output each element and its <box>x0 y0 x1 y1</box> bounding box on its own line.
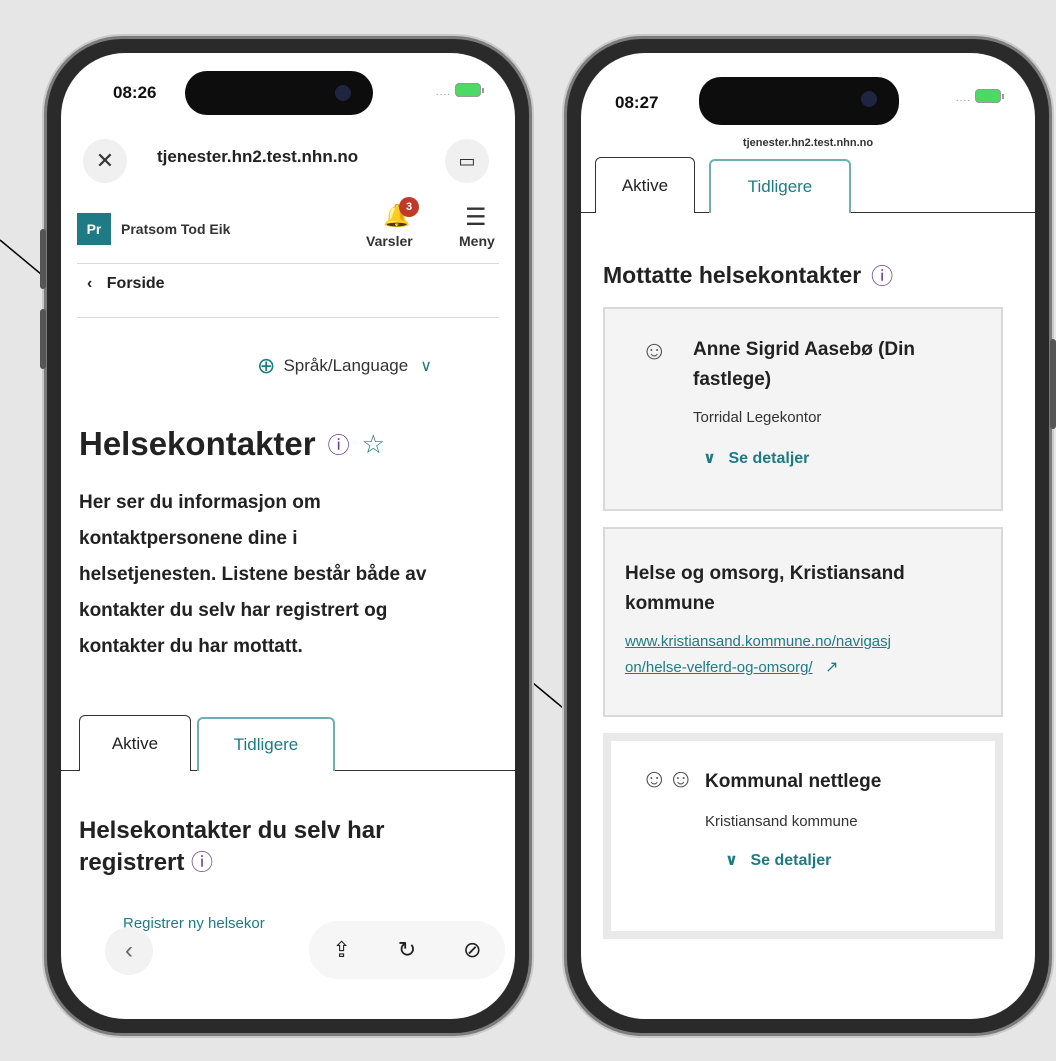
register-contact-link[interactable]: Registrer ny helsekor <box>123 915 265 932</box>
doctor-icon: ☺ <box>641 335 668 365</box>
tab-bar: Aktive Tidligere <box>61 715 515 771</box>
dynamic-island <box>699 77 899 125</box>
menu-label[interactable]: Meny <box>459 233 495 249</box>
contact-name: Helse og omsorg, Kristiansand <box>625 563 905 584</box>
power-button <box>1050 339 1056 429</box>
website-link-line[interactable]: www.kristiansand.kommune.no/navigasj <box>625 633 891 650</box>
notifications-button[interactable]: 🔔 3 <box>377 197 419 229</box>
right-screen: 08:27 .... tjenester.hn2.test.nhn.no Akt… <box>581 53 1035 1019</box>
divider <box>77 317 499 318</box>
tab-tidligere[interactable]: Tidligere <box>197 717 335 771</box>
status-time: 08:27 <box>615 93 659 112</box>
avatar[interactable]: Pr <box>77 213 111 245</box>
external-link-icon: ↗ <box>825 659 839 676</box>
contact-website-link[interactable]: www.kristiansand.kommune.no/navigasj on/… <box>625 629 905 681</box>
section-heading-text: Mottatte helsekontakter <box>603 261 862 288</box>
chevron-down-icon: ∨ <box>703 450 716 467</box>
help-icon[interactable]: ⓘ <box>871 259 893 291</box>
battery-icon <box>975 89 1004 103</box>
intro-line: kontaktpersonene dine i <box>79 528 298 549</box>
status-time: 08:26 <box>113 83 157 102</box>
share-icon[interactable]: ⇪ <box>332 937 350 963</box>
see-details-label: Se detaljer <box>750 852 832 869</box>
see-details-button[interactable]: ∨ Se detaljer <box>725 850 881 870</box>
contact-card: Helse og omsorg, Kristiansand kommune ww… <box>603 527 1003 717</box>
browser-toolbar: ⇪ ↻ ⊘ <box>309 921 505 979</box>
signal-icon: .... <box>955 93 971 104</box>
battery-icon <box>455 83 484 97</box>
intro-line: kontakter du har mottatt. <box>79 636 303 657</box>
intro-line: helsetjenesten. Listene består både av <box>79 564 427 585</box>
breadcrumb-label: Forside <box>106 275 165 292</box>
help-icon[interactable]: ⓘ <box>191 850 213 875</box>
status-bar: 08:27 .... <box>581 53 1035 125</box>
contact-name: Anne Sigrid Aasebø (Din <box>693 339 916 360</box>
page-title-row: Helsekontakter ⓘ ☆ <box>79 425 385 463</box>
contact-card: ☺ Anne Sigrid Aasebø (Din fastlege) Torr… <box>603 307 1003 511</box>
section-heading: Mottatte helsekontakter ⓘ <box>603 259 893 291</box>
star-icon[interactable]: ☆ <box>362 429 385 460</box>
right-phone-frame: 08:27 .... tjenester.hn2.test.nhn.no Akt… <box>564 36 1056 1036</box>
section-heading: Helsekontakter du selv har registrert ⓘ <box>79 815 384 879</box>
contact-card: ☺☺ Kommunal nettlege Kristiansand kommun… <box>603 733 1003 939</box>
breadcrumb[interactable]: ‹ Forside <box>87 275 165 293</box>
chevron-down-icon: ∨ <box>725 852 738 869</box>
left-screen: 08:26 .... ✕ tjenester.hn2.test.nhn.no ▭… <box>61 53 515 1019</box>
notifications-label[interactable]: Varsler <box>366 233 413 249</box>
tab-aktive[interactable]: Aktive <box>79 715 191 771</box>
contact-name: fastlege) <box>693 369 772 390</box>
reload-icon[interactable]: ↻ <box>398 937 416 963</box>
user-header: Pr Pratsom Tod Eik 🔔 3 Varsler ☰ Meny <box>77 197 505 259</box>
tab-tidligere[interactable]: Tidligere <box>709 159 851 213</box>
notification-count-badge: 3 <box>399 197 419 217</box>
section-heading-line: Helsekontakter du selv har <box>79 817 385 844</box>
doctors-icon: ☺☺ <box>641 763 695 793</box>
status-bar: 08:26 .... <box>61 53 515 123</box>
language-selector[interactable]: ⊕ Språk/Language ∨ <box>257 353 432 379</box>
back-icon[interactable]: ‹ <box>105 927 153 975</box>
intro-line: kontakter du selv har registrert og <box>79 600 388 621</box>
signal-icon: .... <box>435 87 451 98</box>
contact-name: kommune <box>625 593 715 614</box>
help-icon[interactable]: ⓘ <box>328 428 350 460</box>
language-label: Språk/Language <box>283 356 409 375</box>
camera-icon <box>335 85 351 101</box>
chevron-down-icon: ∨ <box>420 358 432 375</box>
section-heading-text: registrert <box>79 849 185 876</box>
volume-button <box>40 229 46 289</box>
compass-icon[interactable]: ⊘ <box>463 937 481 963</box>
tabs-icon[interactable]: ▭ <box>445 139 489 183</box>
intro-line: Her ser du informasjon om <box>79 492 321 513</box>
url-text[interactable]: tjenester.hn2.test.nhn.no <box>157 147 358 167</box>
left-phone-frame: 08:26 .... ✕ tjenester.hn2.test.nhn.no ▭… <box>40 36 532 1036</box>
tab-bar: Aktive Tidligere <box>581 157 1035 213</box>
dynamic-island <box>185 71 373 115</box>
camera-icon <box>861 91 877 107</box>
chevron-left-icon: ‹ <box>87 275 93 292</box>
url-text[interactable]: tjenester.hn2.test.nhn.no <box>581 137 1035 149</box>
globe-icon: ⊕ <box>257 353 276 378</box>
divider <box>77 263 499 264</box>
intro-text: Her ser du informasjon om kontaktpersone… <box>79 485 499 665</box>
website-link-line[interactable]: on/helse-velferd-og-omsorg/ <box>625 659 813 676</box>
contact-name: Kommunal nettlege <box>705 771 882 792</box>
tab-aktive[interactable]: Aktive <box>595 157 695 213</box>
contact-office: Kristiansand kommune <box>705 813 858 830</box>
user-name[interactable]: Pratsom Tod Eik <box>121 221 230 237</box>
menu-icon[interactable]: ☰ <box>465 203 487 232</box>
see-details-label: Se detaljer <box>728 450 810 467</box>
see-details-button[interactable]: ∨ Se detaljer <box>703 448 915 468</box>
section-heading-line: registrert ⓘ <box>79 847 384 879</box>
contact-office: Torridal Legekontor <box>693 409 822 426</box>
volume-button <box>40 309 46 369</box>
page-title: Helsekontakter <box>79 425 316 462</box>
browser-url-bar: ✕ tjenester.hn2.test.nhn.no ▭ <box>61 133 515 191</box>
close-icon[interactable]: ✕ <box>83 139 127 183</box>
